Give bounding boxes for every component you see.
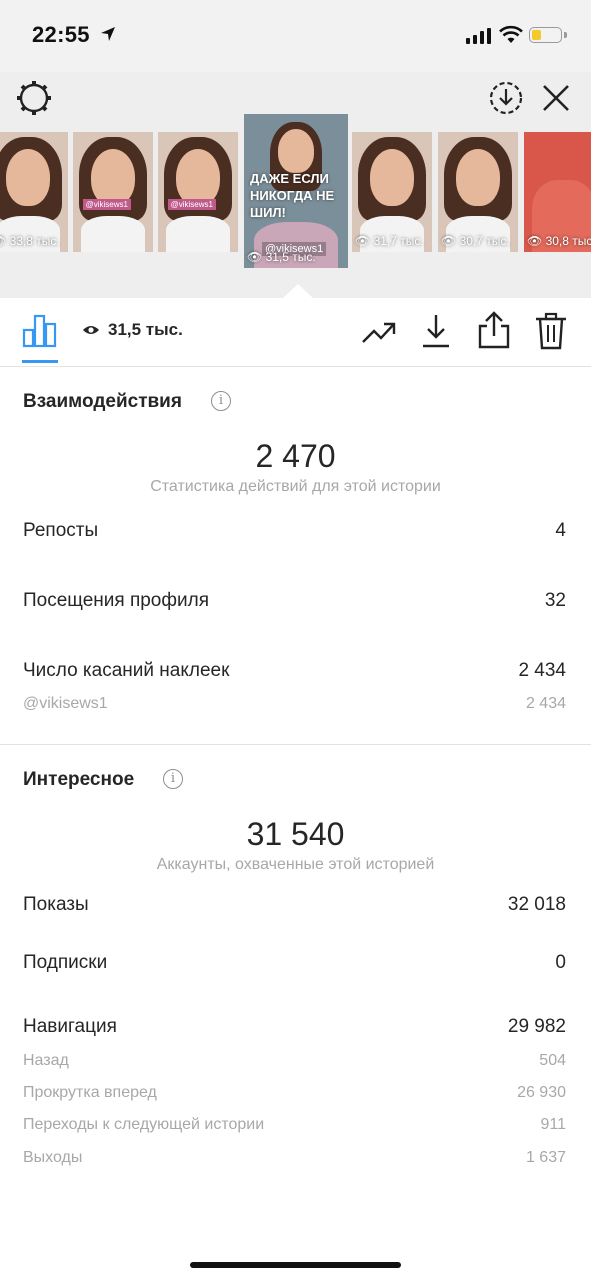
info-icon[interactable]: i bbox=[163, 769, 183, 789]
battery-low-icon bbox=[529, 27, 562, 43]
story-toolbar: 31,5 тыс. bbox=[0, 298, 591, 367]
navigation-value: 29 982 bbox=[507, 1016, 566, 1037]
reposts-label: Репосты bbox=[23, 520, 99, 541]
follows-label: Подписки bbox=[23, 952, 108, 973]
story-thumbnail[interactable]: 👁 31,7 тыс. bbox=[352, 132, 432, 252]
story-thumbnail[interactable]: 👁 30,8 тыс. bbox=[524, 132, 591, 252]
interactions-caption: Статистика действий для этой истории bbox=[150, 478, 441, 495]
views-count: 31,5 тыс. bbox=[108, 320, 183, 339]
active-tab-underline bbox=[22, 360, 58, 363]
discovery-title: Интересное bbox=[23, 769, 135, 790]
share-icon[interactable] bbox=[477, 310, 511, 350]
status-bar: 22:55 bbox=[0, 0, 591, 72]
story-thumbnail-strip: 👁 33,8 тыс. @vikisews1 @vikisews1 ДАЖЕ Е… bbox=[0, 114, 591, 272]
sticker-handle-value: 2 434 bbox=[525, 695, 566, 712]
download-circle-icon[interactable] bbox=[488, 80, 524, 116]
status-time: 22:55 bbox=[32, 22, 90, 47]
exits-value: 1 637 bbox=[525, 1149, 566, 1166]
selected-story-caret bbox=[283, 284, 313, 298]
reposts-value: 4 bbox=[555, 520, 566, 541]
eye-icon bbox=[83, 326, 99, 334]
gear-icon[interactable] bbox=[15, 79, 53, 117]
thumbnail-views: 👁 31,5 тыс. bbox=[247, 250, 316, 264]
thumbnail-views: 👁 31,7 тыс. bbox=[355, 234, 424, 248]
exits-label: Выходы bbox=[23, 1149, 83, 1166]
trending-up-icon[interactable] bbox=[361, 314, 397, 348]
location-arrow-icon bbox=[101, 27, 115, 41]
thumbnail-tag: @vikisews1 bbox=[167, 199, 216, 211]
story-thumbnail[interactable]: @vikisews1 bbox=[73, 132, 153, 252]
wifi-icon bbox=[499, 25, 523, 43]
close-icon[interactable] bbox=[541, 83, 571, 113]
home-indicator[interactable] bbox=[190, 1262, 401, 1268]
cellular-signal-icon bbox=[466, 28, 491, 44]
interactions-title: Взаимодействия bbox=[23, 391, 182, 412]
next-story-label: Переходы к следующей истории bbox=[23, 1116, 265, 1133]
profile-visits-value: 32 bbox=[544, 590, 566, 611]
story-thumbnail-selected[interactable]: ДАЖЕ ЕСЛИ НИКОГДА НЕ ШИЛ! @vikisews1 👁 3… bbox=[244, 114, 348, 268]
thumbnail-views: 👁 30,7 тыс. bbox=[441, 234, 510, 248]
bar-chart-icon[interactable] bbox=[22, 312, 58, 348]
thumbnail-overlay-text: ДАЖЕ ЕСЛИ НИКОГДА НЕ ШИЛ! bbox=[250, 171, 335, 220]
section-divider bbox=[0, 744, 591, 745]
discovery-caption: Аккаунты, охваченные этой историей bbox=[156, 856, 435, 873]
navigation-label: Навигация bbox=[23, 1016, 117, 1037]
info-icon[interactable]: i bbox=[211, 391, 231, 411]
forward-value: 26 930 bbox=[517, 1084, 566, 1101]
profile-visits-label: Посещения профиля bbox=[23, 590, 209, 611]
impressions-value: 32 018 bbox=[507, 894, 566, 915]
follows-value: 0 bbox=[555, 952, 566, 973]
interactions-total: 2 470 bbox=[255, 438, 336, 474]
trash-icon[interactable] bbox=[534, 312, 568, 350]
thumbnail-tag: @vikisews1 bbox=[82, 199, 131, 211]
sticker-taps-label: Число касаний наклеек bbox=[23, 660, 230, 681]
sticker-handle-label[interactable]: @vikisews1 bbox=[23, 695, 108, 713]
story-thumbnail[interactable]: 👁 30,7 тыс. bbox=[438, 132, 518, 252]
sticker-taps-value: 2 434 bbox=[518, 660, 566, 681]
thumbnail-views: 👁 30,8 тыс. bbox=[527, 234, 591, 248]
impressions-label: Показы bbox=[23, 894, 89, 915]
back-value: 504 bbox=[539, 1052, 566, 1069]
battery-nub bbox=[564, 32, 567, 38]
back-label: Назад bbox=[23, 1052, 69, 1069]
next-story-value: 911 bbox=[540, 1116, 566, 1133]
download-icon[interactable] bbox=[420, 312, 452, 350]
forward-label: Прокрутка вперед bbox=[23, 1084, 157, 1101]
story-thumbnail[interactable]: @vikisews1 bbox=[158, 132, 238, 252]
discovery-total: 31 540 bbox=[246, 816, 345, 852]
story-thumbnail[interactable]: 👁 33,8 тыс. bbox=[0, 132, 68, 252]
thumbnail-views: 👁 33,8 тыс. bbox=[0, 234, 60, 248]
